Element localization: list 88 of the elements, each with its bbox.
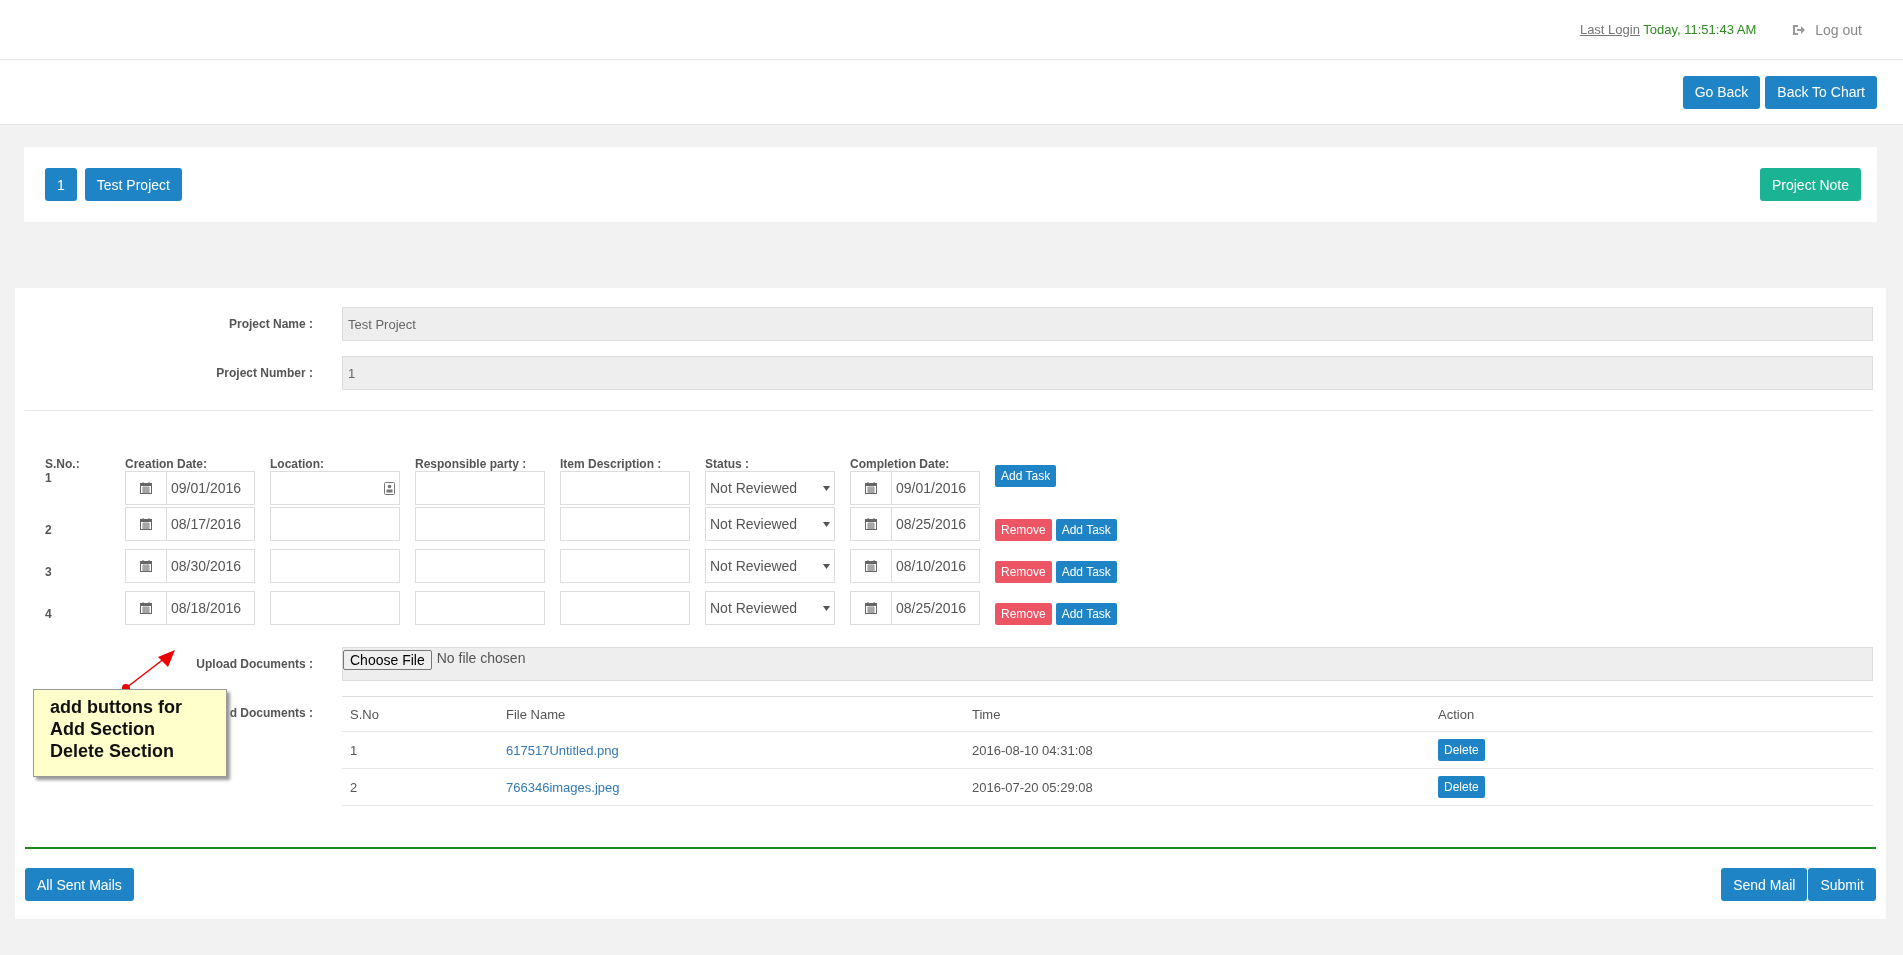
logout-icon [1792, 23, 1806, 36]
calendar-icon [865, 518, 877, 530]
calendar-icon [140, 518, 152, 530]
remove-button[interactable]: Remove [995, 561, 1052, 583]
responsible-party-field[interactable] [415, 591, 545, 625]
file-status: No file chosen [436, 650, 526, 666]
add-task-button[interactable]: Add Task [1055, 603, 1117, 625]
location-field[interactable] [270, 591, 400, 625]
calendar-icon [865, 560, 877, 572]
table-cell: 1 [350, 742, 358, 758]
row-number: 2 [45, 523, 52, 537]
readonly-field[interactable]: 1 [342, 356, 1873, 390]
column-header: S.No.: [45, 457, 80, 471]
responsible-party-field[interactable] [415, 507, 545, 541]
project-name-button[interactable]: Test Project [84, 168, 182, 201]
caret-icon [823, 485, 830, 491]
column-header: Item Description : [560, 457, 662, 471]
table-cell: 2 [350, 779, 358, 795]
column-header: Location: [270, 457, 324, 471]
date-field[interactable]: 09/01/2016 [125, 471, 255, 505]
column-header: File Name [506, 706, 566, 722]
field-label: Project Number : [215, 366, 313, 380]
column-header: Action [1438, 706, 1475, 722]
add-task-button[interactable]: Add Task [995, 465, 1057, 487]
last-login-text: Last Login Today, 11:51:43 AM [1579, 22, 1757, 37]
caret-icon [823, 521, 830, 527]
responsible-party-field[interactable] [415, 471, 545, 505]
remove-button[interactable]: Remove [995, 603, 1052, 625]
item-description-field[interactable] [560, 549, 690, 583]
file-link[interactable]: 766346images.jpeg [506, 779, 620, 795]
nav-button[interactable]: Back To Chart [1765, 75, 1877, 109]
calendar-icon [865, 482, 877, 494]
file-link[interactable]: 617517Untitled.png [506, 742, 619, 758]
calendar-icon [140, 482, 152, 494]
table-cell: 2016-07-20 05:29:08 [972, 779, 1093, 795]
item-description-field[interactable] [560, 507, 690, 541]
status-dropdown[interactable]: Not Reviewed [705, 549, 835, 583]
footer-button[interactable]: Send Mail [1721, 868, 1808, 901]
date-field[interactable]: 08/25/2016 [850, 591, 980, 625]
item-description-field[interactable] [560, 471, 690, 505]
project-number-button[interactable]: 1 [45, 168, 77, 201]
status-dropdown[interactable]: Not Reviewed [705, 591, 835, 625]
field-label: d Documents : [229, 706, 313, 720]
calendar-icon [865, 602, 877, 614]
item-description-field[interactable] [560, 591, 690, 625]
calendar-icon [140, 602, 152, 614]
date-field[interactable]: 09/01/2016 [850, 471, 980, 505]
column-header: S.No [350, 706, 379, 722]
date-field[interactable]: 08/17/2016 [125, 507, 255, 541]
delete-button[interactable]: Delete [1438, 776, 1485, 798]
location-field[interactable] [270, 549, 400, 583]
row-number: 1 [45, 471, 52, 485]
choose-file-button[interactable]: Choose File [343, 650, 432, 670]
date-field[interactable]: 08/18/2016 [125, 591, 255, 625]
date-field[interactable]: 08/30/2016 [125, 549, 255, 583]
status-dropdown[interactable]: Not Reviewed [705, 471, 835, 505]
column-header: Responsible party : [415, 457, 527, 471]
delete-button[interactable]: Delete [1438, 739, 1485, 761]
date-field[interactable]: 08/10/2016 [850, 549, 980, 583]
add-task-button[interactable]: Add Task [1055, 519, 1117, 541]
column-header: Status : [705, 457, 749, 471]
row-number: 3 [45, 565, 52, 579]
column-header: Creation Date: [125, 457, 207, 471]
caret-icon [823, 563, 830, 569]
field-label: Project Name : [227, 317, 313, 331]
contact-card-icon[interactable] [384, 481, 395, 495]
file-input[interactable]: Choose File No file chosen [342, 647, 1873, 681]
annotation-note: add buttons for Add Section Delete Section [33, 689, 227, 777]
responsible-party-field[interactable] [415, 549, 545, 583]
column-header: Time [972, 706, 1001, 722]
calendar-icon [140, 560, 152, 572]
location-field[interactable] [270, 507, 400, 541]
remove-button[interactable]: Remove [995, 519, 1052, 541]
caret-icon [823, 605, 830, 611]
nav-button[interactable]: Go Back [1682, 75, 1761, 109]
location-field[interactable] [270, 471, 400, 505]
all-sent-mails-button[interactable]: All Sent Mails [25, 868, 134, 901]
project-note-button[interactable]: Project Note [1759, 168, 1861, 201]
field-label: Upload Documents : [195, 657, 313, 671]
readonly-field[interactable]: Test Project [342, 307, 1873, 341]
row-number: 4 [45, 607, 52, 621]
logout-button[interactable]: Log out [1786, 20, 1868, 39]
add-task-button[interactable]: Add Task [1055, 561, 1117, 583]
column-header: Completion Date: [850, 457, 950, 471]
status-dropdown[interactable]: Not Reviewed [705, 507, 835, 541]
table-cell: 2016-08-10 04:31:08 [972, 742, 1093, 758]
footer-button[interactable]: Submit [1808, 868, 1876, 901]
date-field[interactable]: 08/25/2016 [850, 507, 980, 541]
